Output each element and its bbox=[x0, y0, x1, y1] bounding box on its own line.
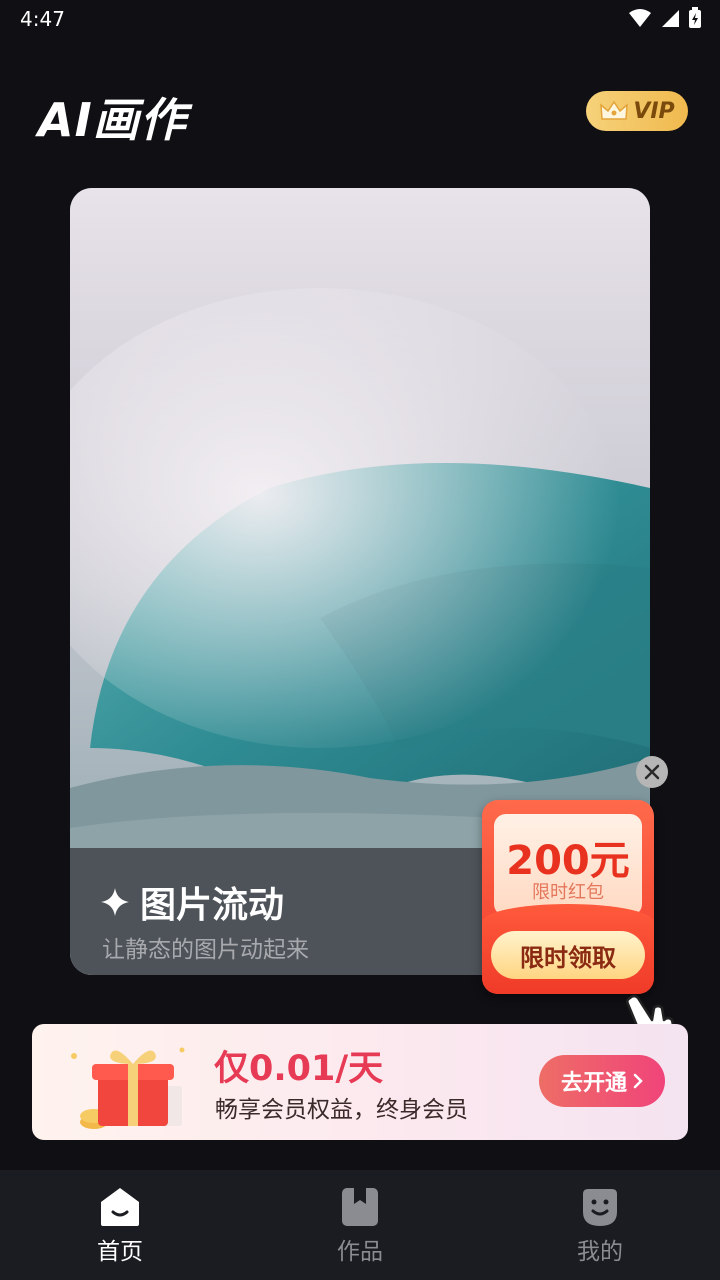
caption-subtitle: 让静态的图片动起来 bbox=[102, 937, 309, 963]
tab-home-label: 首页 bbox=[97, 1239, 143, 1265]
profile-icon bbox=[583, 1189, 617, 1226]
caption-title: 图片流动 bbox=[100, 876, 284, 928]
caption-title-text: 图片流动 bbox=[140, 885, 285, 926]
signal-icon bbox=[662, 10, 679, 27]
app-screen: 4:47 AI画作 VIP 图片流动 让静态的图片动起来 200元 限时红包 限… bbox=[0, 0, 720, 1280]
vip-label: VIP bbox=[633, 98, 675, 124]
gift-box-icon bbox=[71, 1047, 185, 1129]
tab-works[interactable]: 作品 bbox=[240, 1170, 480, 1280]
chevron-right-icon bbox=[633, 1073, 643, 1089]
tab-mine-label: 我的 bbox=[577, 1239, 623, 1265]
vip-button[interactable]: VIP bbox=[586, 91, 688, 131]
claim-button[interactable]: 限时领取 bbox=[491, 931, 645, 979]
wifi-icon bbox=[629, 9, 651, 27]
bottom-nav: 首页 作品 我的 bbox=[0, 1170, 720, 1280]
works-icon bbox=[342, 1188, 378, 1226]
tab-mine[interactable]: 我的 bbox=[480, 1170, 720, 1280]
battery-icon bbox=[689, 7, 701, 28]
close-icon bbox=[644, 764, 660, 780]
tab-home[interactable]: 首页 bbox=[0, 1170, 240, 1280]
red-packet-note: 限时红包 bbox=[532, 882, 604, 903]
tab-works-label: 作品 bbox=[337, 1239, 383, 1265]
vip-promo-banner[interactable]: 仅0.01/天 畅享会员权益，终身会员 去开通 bbox=[32, 1024, 688, 1140]
status-bar: 4:47 bbox=[0, 0, 720, 38]
banner-price: 仅0.01/天 bbox=[214, 1049, 384, 1089]
open-vip-button[interactable]: 去开通 bbox=[539, 1055, 665, 1107]
crown-icon bbox=[600, 100, 629, 120]
status-icons bbox=[628, 7, 702, 29]
open-vip-label: 去开通 bbox=[560, 1071, 627, 1096]
red-packet-popup[interactable]: 200元 限时红包 限时领取 bbox=[482, 800, 654, 994]
sparkle-icon bbox=[101, 888, 129, 916]
app-logo: AI画作 bbox=[38, 93, 187, 147]
home-icon bbox=[101, 1188, 139, 1226]
status-time: 4:47 bbox=[20, 7, 65, 31]
red-packet-card: 200元 限时红包 bbox=[494, 814, 642, 916]
popup-close-button[interactable] bbox=[636, 756, 668, 788]
banner-description: 畅享会员权益，终身会员 bbox=[215, 1097, 468, 1123]
